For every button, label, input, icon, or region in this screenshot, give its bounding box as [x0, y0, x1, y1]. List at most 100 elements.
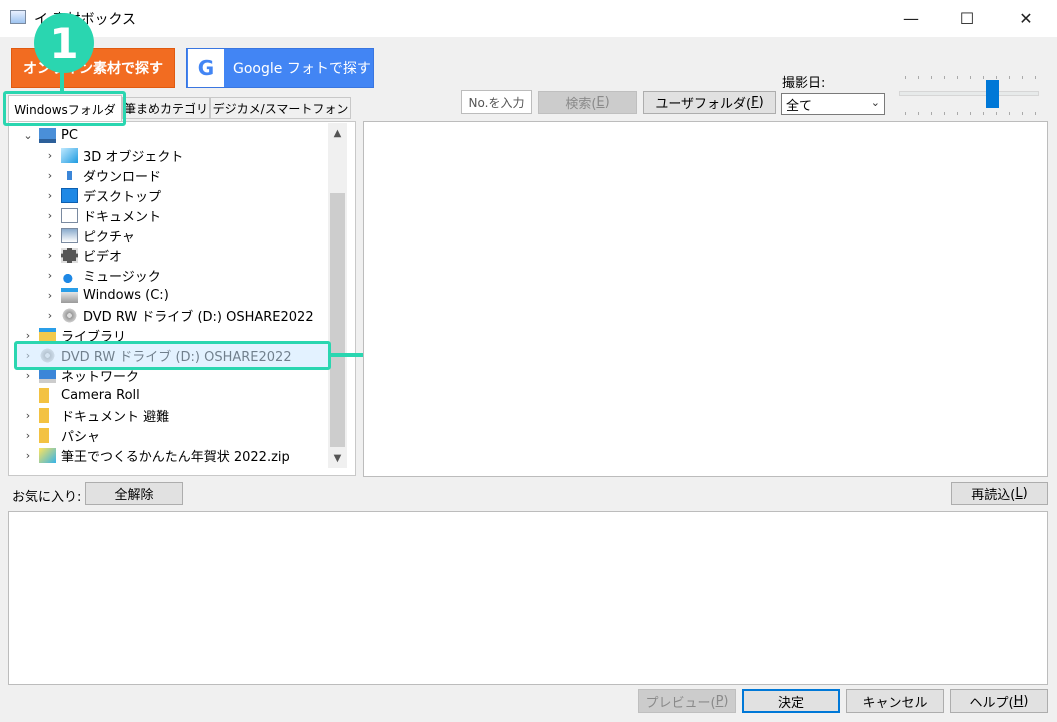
music-icon	[61, 267, 78, 283]
chevron-down-icon[interactable]: ⌄	[21, 129, 35, 142]
zoom-slider-track[interactable]	[899, 91, 1039, 96]
chevron-right-icon[interactable]: ›	[43, 189, 57, 202]
favorites-area[interactable]	[8, 511, 1048, 685]
slider-tick	[996, 112, 997, 115]
chevron-right-icon[interactable]: ›	[43, 249, 57, 262]
chevron-right-icon[interactable]: ›	[43, 309, 57, 322]
scroll-up-icon[interactable]: ▲	[328, 123, 347, 143]
tree-item-label: 3D オブジェクト	[83, 149, 184, 165]
favorites-label: お気に入り:	[12, 490, 82, 505]
folder-tree[interactable]: ⌄ PC › 3D オブジェクト › ダウンロード › デスクトップ › ドキュメント › ピクチャ ›…	[8, 121, 356, 476]
chevron-right-icon[interactable]: ›	[21, 449, 35, 462]
tab-digicam-smartphone[interactable]: デジカメ/スマートフォン	[210, 97, 351, 119]
number-input[interactable]: No.を入力	[461, 90, 532, 114]
tree-item[interactable]: › ダウンロード	[43, 165, 161, 185]
slider-tick	[970, 112, 971, 115]
chevron-right-icon[interactable]: ›	[21, 369, 35, 382]
chevron-right-icon[interactable]: ›	[43, 209, 57, 222]
preview-key: P	[715, 693, 724, 709]
zoom-slider-thumb[interactable]	[986, 80, 999, 108]
shooting-date-value: 全て	[786, 98, 813, 114]
clear-all-button[interactable]: 全解除	[85, 482, 183, 505]
download-icon	[61, 167, 78, 183]
chevron-right-icon[interactable]: ›	[43, 269, 57, 282]
search-button-key: E	[596, 95, 605, 110]
tree-scrollbar[interactable]: ▲ ▼	[328, 123, 347, 468]
tree-item[interactable]: › パシャ	[21, 425, 100, 445]
tree-item-label: デスクトップ	[83, 189, 162, 205]
slider-tick	[983, 112, 984, 115]
slider-tick	[905, 76, 906, 79]
tree-item-label: Windows (C:)	[83, 287, 169, 303]
google-photos-label: Google フォトで探す	[233, 61, 371, 77]
help-close: )	[1023, 693, 1029, 709]
reload-key: L	[1015, 486, 1023, 501]
zip-icon	[39, 447, 56, 463]
chevron-right-icon[interactable]: ›	[43, 289, 57, 302]
tree-item[interactable]: › DVD RW ドライブ (D:) OSHARE2022	[43, 305, 314, 325]
tree-item[interactable]: › ドキュメント	[43, 205, 161, 225]
tree-item-label: ピクチャ	[83, 229, 135, 245]
tree-item[interactable]: › ドキュメント 避難	[21, 405, 169, 425]
help-key: H	[1013, 693, 1024, 709]
chevron-right-icon[interactable]: ›	[21, 429, 35, 442]
thumbnail-preview-area[interactable]	[363, 121, 1048, 477]
chevron-right-icon[interactable]: ›	[43, 149, 57, 162]
slider-tick	[931, 76, 932, 79]
slider-tick	[918, 76, 919, 79]
user-folder-key: F	[751, 95, 759, 110]
picture-icon	[61, 227, 78, 243]
google-photos-button[interactable]: G Google フォトで探す	[186, 48, 374, 88]
tab-fudemame-category[interactable]: 筆まめカテゴリ	[122, 97, 210, 119]
folder-icon	[39, 387, 56, 403]
tree-item[interactable]: › ミュージック	[43, 265, 161, 285]
scroll-down-icon[interactable]: ▼	[328, 448, 347, 468]
cancel-button[interactable]: キャンセル	[846, 689, 944, 713]
preview-button[interactable]: プレビュー(P)	[638, 689, 736, 713]
tree-item-label: ミュージック	[83, 269, 161, 285]
drive-c-icon	[61, 287, 78, 303]
tree-item[interactable]: › Windows (C:)	[43, 285, 169, 305]
folder-icon	[39, 407, 56, 423]
tree-item-label: ビデオ	[83, 249, 123, 265]
slider-tick	[905, 112, 906, 115]
tree-item[interactable]: › ビデオ	[43, 245, 122, 265]
highlight-dvd-drive	[14, 341, 331, 370]
tree-item-label: ドキュメント 避難	[61, 409, 170, 425]
slider-tick	[970, 76, 971, 79]
highlight-windows-tab	[3, 91, 126, 126]
maximize-icon[interactable]: ☐	[944, 0, 990, 37]
tree-item[interactable]: › ピクチャ	[43, 225, 135, 245]
chevron-right-icon[interactable]: ›	[21, 329, 35, 342]
slider-tick	[1022, 112, 1023, 115]
shooting-date-label: 撮影日:	[782, 76, 826, 91]
tree-item-label: ダウンロード	[83, 169, 162, 185]
tree-item[interactable]: › デスクトップ	[43, 185, 161, 205]
user-folder-close: )	[758, 95, 764, 110]
preview-label: プレビュー(	[645, 695, 716, 711]
chevron-right-icon[interactable]: ›	[43, 229, 57, 242]
shooting-date-select[interactable]: 全て ⌄	[781, 93, 885, 115]
user-folder-button[interactable]: ユーザフォルダ(F)	[643, 91, 776, 114]
slider-tick	[931, 112, 932, 115]
slider-tick	[983, 76, 984, 79]
help-button[interactable]: ヘルプ(H)	[950, 689, 1048, 713]
close-icon[interactable]: ✕	[1003, 0, 1049, 37]
ok-button[interactable]: 決定	[742, 689, 840, 713]
chevron-right-icon[interactable]: ›	[43, 169, 57, 182]
tree-item[interactable]: ⌄ PC	[21, 125, 78, 145]
chevron-right-icon[interactable]: ›	[21, 409, 35, 422]
tree-item-label: Camera Roll	[61, 387, 140, 403]
scroll-thumb[interactable]	[330, 193, 345, 447]
tree-item[interactable]: › 筆王でつくるかんたん年賀状 2022.zip	[21, 445, 290, 465]
tree-item-label: 筆王でつくるかんたん年賀状 2022.zip	[61, 449, 290, 465]
tree-item[interactable]: › 3D オブジェクト	[43, 145, 183, 165]
minimize-icon[interactable]: —	[888, 0, 934, 37]
search-button[interactable]: 検索(E)	[538, 91, 637, 114]
reload-button[interactable]: 再読込(L)	[951, 482, 1048, 505]
step-badge-1: 1	[34, 13, 94, 73]
tree-item[interactable]: Camera Roll	[21, 385, 140, 405]
slider-tick	[957, 112, 958, 115]
3d-objects-icon	[61, 147, 78, 163]
slider-tick	[1009, 112, 1010, 115]
